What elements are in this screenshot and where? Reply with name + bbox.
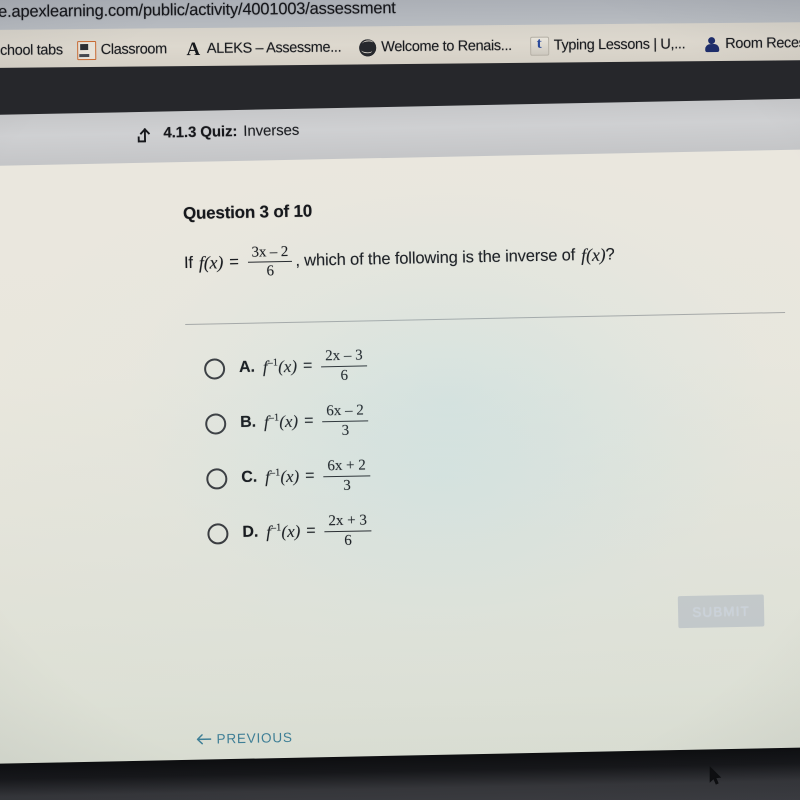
fraction-denominator: 3 bbox=[341, 422, 350, 439]
fraction-denominator: 6 bbox=[340, 367, 349, 384]
fraction-denominator: 6 bbox=[266, 263, 275, 280]
arrow-left-icon bbox=[195, 733, 212, 746]
option-fraction: 2x + 3 6 bbox=[324, 512, 372, 549]
option-expression: f–1(x) = 6x + 2 3 bbox=[264, 457, 374, 496]
quiz-code: 4.1.3 Quiz: bbox=[163, 123, 238, 142]
stem-fraction: 3x – 2 6 bbox=[247, 243, 293, 280]
previous-link[interactable]: PREVIOUS bbox=[195, 729, 293, 747]
option-letter: D. bbox=[242, 523, 259, 541]
stem-suffix: , which of the following is the inverse … bbox=[295, 246, 576, 270]
answer-options-list: A. f–1(x) = 2x – 3 6 B. f–1(x) = 6x – 2 … bbox=[203, 341, 628, 569]
option-letter: C. bbox=[241, 468, 258, 486]
radio-button-c[interactable] bbox=[206, 467, 228, 490]
stem-suffix-function: f(x) bbox=[580, 244, 606, 266]
bookmark-label: Welcome to Renais... bbox=[381, 37, 512, 56]
assessment-page-body: Question 3 of 10 If f(x) = 3x – 2 6 , wh… bbox=[0, 149, 800, 786]
aleks-a-icon: A bbox=[186, 38, 201, 60]
answer-option-d[interactable]: D. f–1(x) = 2x + 3 6 bbox=[207, 506, 628, 552]
classroom-icon bbox=[76, 40, 96, 60]
radio-button-d[interactable] bbox=[207, 522, 229, 545]
fraction-numerator: 2x + 3 bbox=[324, 512, 372, 532]
answer-option-c[interactable]: C. f–1(x) = 6x + 2 3 bbox=[206, 451, 627, 497]
bookmark-classroom[interactable]: Classroom bbox=[75, 36, 169, 63]
stem-suffix-end: ? bbox=[605, 245, 615, 264]
quiz-title: Inverses bbox=[243, 121, 300, 140]
fraction-denominator: 6 bbox=[344, 532, 352, 549]
bookmark-room-recess[interactable]: Room Reces bbox=[701, 30, 800, 57]
typing-t-icon bbox=[529, 36, 549, 56]
up-arrow-icon[interactable] bbox=[136, 126, 153, 144]
url-text[interactable]: e.apexlearning.com/public/activity/40010… bbox=[0, 0, 396, 22]
option-expression: f–1(x) = 6x – 2 3 bbox=[263, 402, 372, 441]
option-letter: A. bbox=[238, 358, 256, 376]
option-equals: = bbox=[303, 412, 314, 430]
bookmark-label: Classroom bbox=[100, 41, 167, 58]
option-equals: = bbox=[302, 357, 313, 375]
stem-prefix: If bbox=[183, 254, 194, 273]
option-equals: = bbox=[305, 467, 315, 485]
content-divider bbox=[185, 311, 786, 326]
stem-equals: = bbox=[229, 253, 239, 272]
bookmark-label: Room Reces bbox=[725, 35, 800, 52]
bookmark-label: school tabs bbox=[0, 42, 63, 59]
option-equals: = bbox=[306, 522, 316, 540]
bookmarks-row: school tabs Classroom A ALEKS – Assessme… bbox=[0, 29, 800, 65]
answer-option-a[interactable]: A. f–1(x) = 2x – 3 6 bbox=[203, 341, 625, 387]
question-stem: If f(x) = 3x – 2 6 , which of the follow… bbox=[184, 237, 615, 281]
option-fraction: 6x + 2 3 bbox=[323, 457, 371, 494]
option-fraction: 6x – 2 3 bbox=[322, 402, 368, 439]
bookmark-renaissance[interactable]: Welcome to Renais... bbox=[357, 33, 514, 61]
previous-label: PREVIOUS bbox=[216, 729, 293, 747]
option-letter: B. bbox=[240, 413, 257, 431]
fraction-numerator: 6x – 2 bbox=[322, 402, 368, 422]
inverse-function-label: f–1(x) bbox=[263, 411, 299, 432]
fraction-denominator: 3 bbox=[343, 477, 351, 494]
inverse-function-label: f–1(x) bbox=[266, 521, 301, 542]
stem-function-label: f(x) bbox=[198, 252, 224, 273]
fraction-numerator: 6x + 2 bbox=[323, 457, 371, 477]
bookmark-label: Typing Lessons | U,... bbox=[553, 36, 686, 54]
option-expression: f–1(x) = 2x – 3 6 bbox=[262, 347, 371, 386]
bookmark-school-tabs[interactable]: school tabs bbox=[0, 37, 65, 64]
inverse-function-label: f–1(x) bbox=[264, 466, 300, 487]
question-counter: Question 3 of 10 bbox=[182, 201, 313, 224]
bookmark-label: ALEKS – Assessme... bbox=[206, 39, 342, 57]
submit-button[interactable]: SUBMIT bbox=[677, 594, 765, 629]
answer-option-b[interactable]: B. f–1(x) = 6x – 2 3 bbox=[205, 396, 626, 442]
option-expression: f–1(x) = 2x + 3 6 bbox=[266, 512, 375, 551]
browser-screenshot-photo: e.apexlearning.com/public/activity/40010… bbox=[0, 0, 800, 800]
person-icon bbox=[703, 35, 720, 52]
radio-button-b[interactable] bbox=[205, 412, 227, 435]
quiz-header-content: 4.1.3 Quiz: Inverses bbox=[136, 122, 299, 143]
bookmark-aleks[interactable]: A ALEKS – Assessme... bbox=[183, 35, 344, 63]
fraction-numerator: 3x – 2 bbox=[247, 243, 293, 263]
fraction-numerator: 2x – 3 bbox=[320, 347, 367, 367]
bookmark-typing-lessons[interactable]: Typing Lessons | U,... bbox=[528, 31, 688, 59]
option-fraction: 2x – 3 6 bbox=[320, 347, 367, 384]
inverse-function-label: f–1(x) bbox=[262, 356, 298, 377]
radio-button-a[interactable] bbox=[203, 357, 226, 380]
globe-icon bbox=[359, 38, 377, 56]
